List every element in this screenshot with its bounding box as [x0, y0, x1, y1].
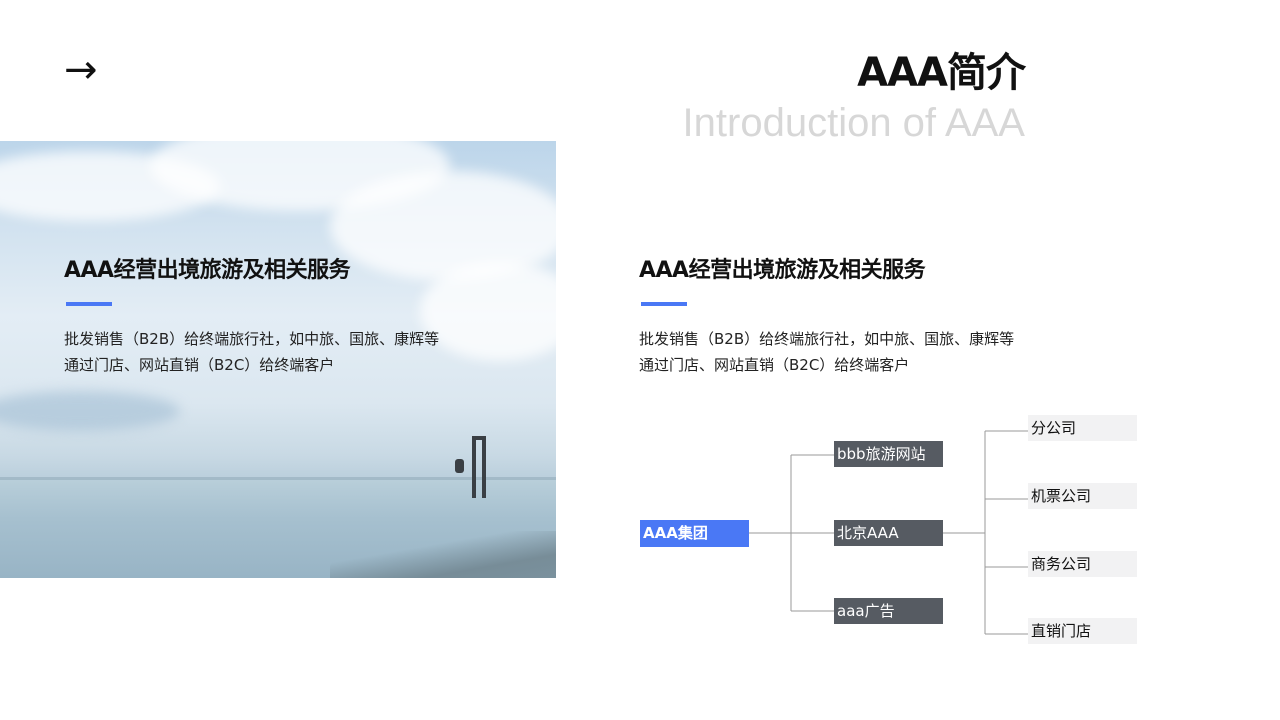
- right-card-heading: AAA经营出境旅游及相关服务: [639, 258, 926, 283]
- org-node-branch: 分公司: [1028, 415, 1137, 441]
- org-node-store: 直销门店: [1028, 618, 1137, 644]
- org-node-advertising: aaa广告: [834, 598, 943, 624]
- back-arrow-icon[interactable]: →: [64, 46, 98, 94]
- org-node-website: bbb旅游网站: [834, 441, 943, 467]
- right-card-line-2: 通过门店、网站直销（B2C）给终端客户: [639, 356, 910, 374]
- page-title: AAA简介: [857, 50, 1026, 96]
- right-info-card: AAA经营出境旅游及相关服务 批发销售（B2B）给终端旅行社，如中旅、国旅、康辉…: [639, 256, 1099, 378]
- left-card-accent-bar: [66, 302, 112, 306]
- left-card-heading: AAA经营出境旅游及相关服务: [64, 258, 351, 283]
- org-node-beijing: 北京AAA: [834, 520, 943, 546]
- page-subtitle: Introduction of AAA: [682, 101, 1025, 145]
- right-card-line-1: 批发销售（B2B）给终端旅行社，如中旅、国旅、康辉等: [639, 330, 1015, 348]
- left-info-card: AAA经营出境旅游及相关服务 批发销售（B2B）给终端旅行社，如中旅、国旅、康辉…: [64, 256, 524, 378]
- org-node-business: 商务公司: [1028, 551, 1137, 577]
- left-card-line-2: 通过门店、网站直销（B2C）给终端客户: [64, 356, 335, 374]
- org-node-root: AAA集团: [640, 520, 749, 547]
- right-card-accent-bar: [641, 302, 687, 306]
- left-card-line-1: 批发销售（B2B）给终端旅行社，如中旅、国旅、康辉等: [64, 330, 440, 348]
- org-node-ticketing: 机票公司: [1028, 483, 1137, 509]
